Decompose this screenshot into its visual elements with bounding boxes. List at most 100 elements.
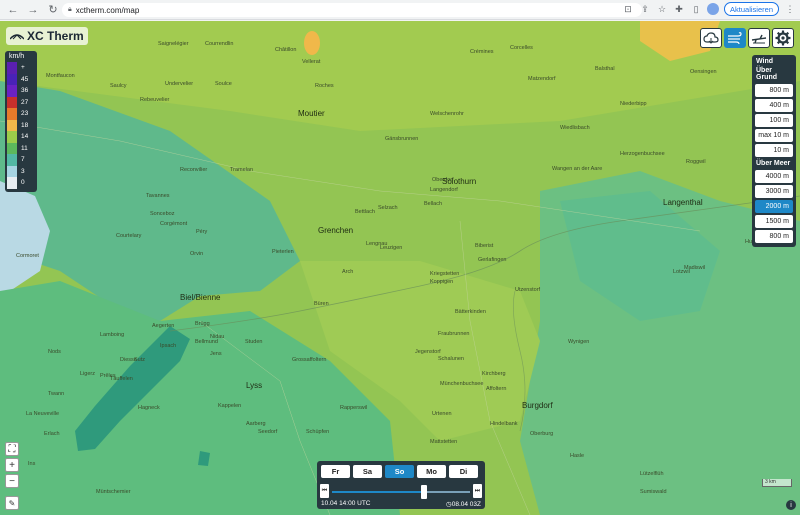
fullscreen-button[interactable]: ⛶ bbox=[5, 442, 19, 456]
draw-route-button[interactable]: ✎ bbox=[5, 496, 19, 510]
legend-row: 27 bbox=[7, 96, 35, 108]
place-label: Vellerat bbox=[302, 59, 321, 65]
place-label: Reconvilier bbox=[180, 167, 208, 173]
place-label: Matzendorf bbox=[528, 76, 556, 82]
altitude-button[interactable]: max 10 m bbox=[755, 129, 793, 142]
legend-row: 23 bbox=[7, 108, 35, 120]
day-tab[interactable]: Sa bbox=[353, 465, 382, 478]
legend-label: + bbox=[21, 64, 25, 72]
place-label: Châtillon bbox=[275, 47, 297, 53]
place-label: Wangen an der Aare bbox=[552, 166, 603, 172]
weather-cloud-button[interactable] bbox=[700, 28, 722, 48]
altitude-button[interactable]: 100 m bbox=[755, 114, 793, 127]
place-label: La Neuveville bbox=[26, 411, 60, 417]
legend-row: 0 bbox=[7, 177, 35, 189]
weather-cloud-icon bbox=[703, 31, 719, 44]
reload-icon[interactable]: ↻ bbox=[46, 3, 60, 17]
altitude-button[interactable]: 1500 m bbox=[755, 215, 793, 228]
place-label: Schalunen bbox=[438, 356, 464, 362]
place-label: Tavannes bbox=[146, 193, 170, 199]
wind-button[interactable] bbox=[724, 28, 746, 48]
model-run: ◷08.04 03Z bbox=[446, 501, 481, 508]
app-name: XC Therm bbox=[27, 29, 84, 43]
skip-back-button[interactable]: ⏮ bbox=[320, 484, 329, 498]
glider-logo-icon bbox=[10, 34, 24, 40]
skip-back-icon: ⏮ bbox=[321, 487, 328, 494]
fullscreen-icon: ⛶ bbox=[8, 443, 16, 455]
slider-fill bbox=[332, 491, 425, 493]
back-icon[interactable]: ← bbox=[6, 3, 20, 17]
legend-label: 18 bbox=[21, 121, 29, 129]
address-bar[interactable]: 🔒︎ xctherm.com/map bbox=[62, 3, 642, 17]
profile-avatar[interactable] bbox=[707, 3, 720, 15]
day-tab[interactable]: Di bbox=[449, 465, 478, 478]
info-icon: i bbox=[790, 501, 792, 509]
menu-icon[interactable]: ⋮ bbox=[784, 4, 796, 15]
place-label: Hindelbank bbox=[490, 421, 518, 427]
place-label: Bellach bbox=[424, 201, 443, 207]
update-button[interactable]: Aktualisieren bbox=[724, 2, 779, 16]
place-label: Utzenstorf bbox=[515, 287, 541, 293]
current-time: 10.04 14:00 UTC bbox=[321, 500, 371, 507]
map-canvas[interactable]: Saignelégier Courrendlin Vellerat Châtillon… bbox=[0, 21, 800, 515]
wind-speed-legend: km/h +45 36 27 23 18 14 11 7 3 0 bbox=[5, 51, 37, 192]
skip-forward-button[interactable]: ⏭ bbox=[473, 484, 482, 498]
star-icon[interactable]: ☆ bbox=[656, 4, 668, 15]
altitude-button[interactable]: 400 m bbox=[755, 99, 793, 112]
place-label: Gerlafingen bbox=[478, 257, 507, 263]
place-label: Sumiswald bbox=[640, 489, 667, 495]
legend-label: 11 bbox=[21, 144, 28, 152]
place-label: Langendorf bbox=[430, 187, 458, 193]
altitude-button[interactable]: 10 m bbox=[755, 144, 793, 157]
place-label: Crémines bbox=[470, 49, 494, 55]
day-tab[interactable]: So bbox=[385, 465, 414, 478]
legend-swatch bbox=[7, 108, 17, 120]
place-label: Rapperswil bbox=[340, 405, 368, 411]
altitude-button[interactable]: 800 m bbox=[755, 230, 793, 243]
scale-bar: 3 km bbox=[762, 479, 792, 487]
day-tab[interactable]: Mo bbox=[417, 465, 446, 478]
forward-icon[interactable]: → bbox=[26, 3, 40, 17]
place-label: Gänsbrunnen bbox=[385, 136, 419, 142]
place-label: Rebeuvelier bbox=[140, 97, 170, 103]
url-text: xctherm.com/map bbox=[75, 5, 140, 15]
legend-swatch bbox=[7, 73, 17, 85]
info-button[interactable]: i bbox=[786, 500, 796, 510]
app-logo[interactable]: XC Therm bbox=[6, 27, 88, 45]
legend-label: 7 bbox=[21, 156, 25, 164]
place-label: Roches bbox=[315, 83, 334, 89]
place-label: Herzogenbuchsee bbox=[620, 151, 665, 157]
altitude-button[interactable]: 4000 m bbox=[755, 170, 793, 183]
sidepanel-icon[interactable]: ▯ bbox=[690, 4, 702, 15]
zoom-out-button[interactable]: − bbox=[5, 474, 19, 488]
zoom-in-button[interactable]: + bbox=[5, 458, 19, 472]
place-label: Biberist bbox=[475, 243, 494, 249]
layer-toolbar bbox=[700, 28, 794, 48]
city-label: Solothurn bbox=[442, 177, 477, 186]
place-label: Ins bbox=[28, 461, 36, 467]
altitude-button[interactable]: 3000 m bbox=[755, 185, 793, 198]
legend-swatch bbox=[7, 165, 17, 177]
place-label: Niederbipp bbox=[620, 101, 647, 107]
altitude-button[interactable]: 2000 m bbox=[755, 200, 793, 213]
place-label: Péry bbox=[196, 229, 208, 235]
place-label: Jens bbox=[210, 351, 222, 357]
slider-track[interactable] bbox=[332, 491, 470, 493]
install-icon[interactable]: ⊡ bbox=[622, 4, 634, 15]
minus-icon: − bbox=[9, 475, 15, 487]
place-label: Selzach bbox=[378, 205, 398, 211]
extensions-icon[interactable]: ✚ bbox=[673, 4, 685, 15]
legend-swatch bbox=[7, 154, 17, 166]
place-label: Büren bbox=[314, 301, 329, 307]
glider-button[interactable] bbox=[748, 28, 770, 48]
share-icon[interactable]: ⇪ bbox=[639, 4, 651, 15]
legend-swatch bbox=[7, 119, 17, 131]
time-slider[interactable]: ⏮ ⏭ bbox=[320, 483, 482, 499]
place-label: Tramelan bbox=[230, 167, 254, 173]
day-tab[interactable]: Fr bbox=[321, 465, 350, 478]
slider-thumb[interactable] bbox=[421, 485, 428, 499]
legend-swatch bbox=[7, 96, 17, 108]
legend-label: 3 bbox=[21, 167, 25, 175]
altitude-button[interactable]: 800 m bbox=[755, 84, 793, 97]
settings-button[interactable] bbox=[772, 28, 794, 48]
